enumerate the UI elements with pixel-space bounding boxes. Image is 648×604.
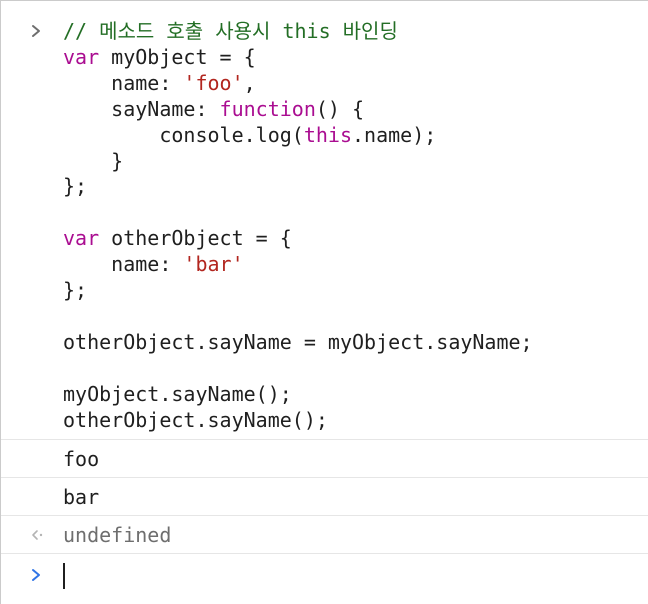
console-log-entry: bar <box>1 478 648 516</box>
console-panel: // 메소드 호출 사용시 this 바인딩 var myObject = { … <box>0 0 648 604</box>
return-arrow-icon <box>29 528 49 542</box>
code-token: otherObject = { <box>99 226 292 251</box>
console-log-entry: foo <box>1 440 648 478</box>
code-token: var <box>63 226 100 251</box>
code-token: , <box>243 70 256 95</box>
code-line: name: 'foo', <box>63 71 256 95</box>
code-line: }; <box>63 174 87 198</box>
code-token: // 메소드 호출 사용시 this 바인딩 <box>63 19 398 43</box>
code-token: name: <box>63 252 184 277</box>
log-message: foo <box>63 446 100 471</box>
code-line: otherObject.sayName = myObject.sayName; <box>63 330 533 354</box>
log-message: bar <box>63 484 100 509</box>
code-line: var otherObject = { <box>63 226 292 250</box>
code-token: otherObject.sayName(); <box>63 407 328 432</box>
code-line: otherObject.sayName(); <box>63 408 328 432</box>
code-token: function <box>219 96 316 121</box>
code-token: 'foo' <box>183 70 244 95</box>
code-line: // 메소드 호출 사용시 this 바인딩 <box>63 19 398 43</box>
code-token: } <box>63 148 124 173</box>
console-input-code[interactable]: // 메소드 호출 사용시 this 바인딩 var myObject = { … <box>1 19 648 434</box>
code-line: console.log(this.name); <box>63 123 436 147</box>
code-token: }; <box>63 174 88 199</box>
code-token: 'bar' <box>183 252 244 277</box>
code-line: myObject.sayName(); <box>63 382 292 406</box>
code-token: otherObject.sayName = myObject.sayName; <box>63 329 533 354</box>
code-token: var <box>63 44 100 69</box>
code-line: }; <box>63 278 87 302</box>
chevron-right-icon <box>29 23 49 39</box>
code-token: }; <box>63 278 88 303</box>
code-token: console.log( <box>63 122 304 147</box>
code-token: sayName: <box>63 96 220 121</box>
code-line: } <box>63 149 123 173</box>
code-token: .name); <box>352 122 437 147</box>
code-token: () { <box>315 96 365 121</box>
console-return-entry: undefined <box>1 516 648 554</box>
prompt-chevron-icon <box>29 567 49 583</box>
console-prompt[interactable] <box>1 554 648 600</box>
code-token: myObject.sayName(); <box>63 381 292 406</box>
return-value: undefined <box>63 522 172 547</box>
console-input-entry[interactable]: // 메소드 호출 사용시 this 바인딩 var myObject = { … <box>1 1 648 440</box>
text-cursor <box>63 562 65 589</box>
code-token: this <box>303 122 352 147</box>
code-token: name: <box>63 70 184 95</box>
code-token: myObject = { <box>99 44 256 69</box>
code-line: name: 'bar' <box>63 252 244 277</box>
code-line: var myObject = { <box>63 45 256 69</box>
code-line: sayName: function() { <box>63 97 364 121</box>
